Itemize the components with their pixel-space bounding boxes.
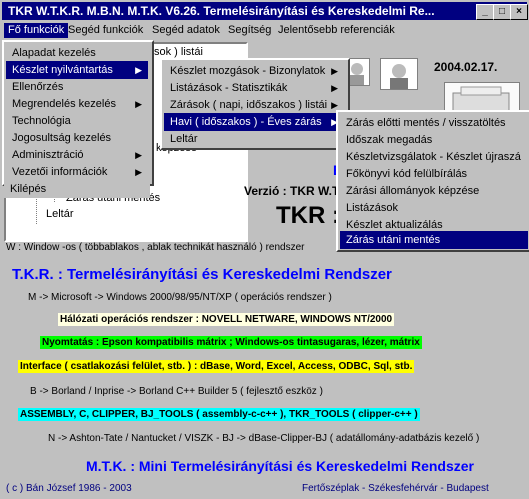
menu2-item[interactable]: Leltár xyxy=(164,130,344,148)
keszlet-submenu: Készlet mozgások - Bizonylatok ▶ Listázás… xyxy=(160,58,350,150)
menu1-item[interactable]: Ellenőrzés xyxy=(6,78,148,96)
tree-node[interactable]: sok ) listái xyxy=(154,46,203,58)
menu3-item[interactable]: Zárás előtti mentés / visszatöltés xyxy=(340,114,528,132)
menu2-item-label: Készlet mozgások - Bizonylatok xyxy=(170,65,326,77)
menu-fo-funkciok[interactable]: Fő funkciók xyxy=(4,23,69,38)
menu3-item-zaras-utani-mentes[interactable]: Zárás utáni mentés xyxy=(340,231,528,249)
menu-jelentosebb-referenciak[interactable]: Jelentősebb referenciák xyxy=(274,23,399,38)
menu-segitseg[interactable]: Segítség xyxy=(224,23,275,38)
menu2-item-label: Havi ( időszakos ) - Éves zárás xyxy=(170,116,322,128)
m-line: M -> Microsoft -> Windows 2000/98/95/NT/… xyxy=(28,292,332,303)
tree-line xyxy=(36,194,38,224)
menu1-item-keszlet[interactable]: Készlet nyilvántartás ▶ xyxy=(6,61,148,79)
minimize-button[interactable]: _ xyxy=(476,4,494,20)
menu2-item-label: Zárások ( napi, időszakos ) listái xyxy=(170,99,328,111)
tree-node[interactable]: Leltár xyxy=(46,208,74,220)
menu1-item[interactable]: Megrendelés kezelés ▶ xyxy=(6,95,148,113)
location-text: Fertőszéplak - Székesfehérvár - Budapest xyxy=(302,483,489,494)
menu1-item-kilepes[interactable]: Kilépés xyxy=(4,180,150,198)
n-line: N -> Ashton-Tate / Nantucket / VISZK - B… xyxy=(48,433,480,444)
menu-seged-adatok[interactable]: Segéd adatok xyxy=(148,23,224,38)
b-line: B -> Borland / Inprise -> Borland C++ Bu… xyxy=(30,386,323,397)
menu1-item[interactable]: Alapadat kezelés xyxy=(6,44,148,62)
nyomtatas-line: Nyomtatás : Epson kompatibilis mátrix ; … xyxy=(40,336,422,349)
menu-seged-funkciok[interactable]: Segéd funkciók xyxy=(64,23,147,38)
chevron-right-icon: ▶ xyxy=(331,83,338,93)
menu3-item[interactable]: Zárási állományok képzése xyxy=(340,182,528,200)
chevron-right-icon: ▶ xyxy=(135,150,142,160)
menu3-item[interactable]: Készletvizsgálatok - Készlet újraszá xyxy=(340,148,528,166)
menu1-item-label: Készlet nyilvántartás xyxy=(12,64,113,76)
title-bar[interactable]: TKR W.T.K.R. M.B.N. M.T.K. V6.26. Termel… xyxy=(2,2,528,20)
menu1-item-label: Adminisztráció xyxy=(12,149,84,161)
chevron-right-icon: ▶ xyxy=(331,66,338,76)
menu1-item[interactable]: Vezetői információk ▶ xyxy=(6,163,148,181)
mtk-title: M.T.K. : Mini Termelésirányítási és Kere… xyxy=(86,458,475,474)
close-button[interactable]: × xyxy=(510,4,528,20)
photo-frame xyxy=(380,58,418,90)
chevron-right-icon: ▶ xyxy=(135,65,142,75)
verzio-label: Verzió : TKR W.T xyxy=(244,184,340,198)
menu2-item-label: Listázások - Statisztikák xyxy=(170,82,288,94)
main-window: TKR W.T.K.R. M.B.N. M.T.K. V6.26. Termel… xyxy=(0,0,529,499)
menu2-item[interactable]: Készlet mozgások - Bizonylatok ▶ xyxy=(164,62,344,80)
menu1-item[interactable]: Adminisztráció ▶ xyxy=(6,146,148,164)
interface-line: Interface ( csatlakozási felület, stb. )… xyxy=(18,360,415,373)
date-label: 2004.02.17. xyxy=(434,60,498,74)
tkr-big-label: TKR : xyxy=(276,202,340,229)
chevron-right-icon: ▶ xyxy=(135,99,142,109)
havi-zaras-submenu: Zárás előtti mentés / visszatöltés Idősz… xyxy=(336,110,529,252)
menu1-item[interactable]: Technológia xyxy=(6,112,148,130)
menu1-item-label: Megrendelés kezelés xyxy=(12,98,116,110)
menu3-item[interactable]: Listázások xyxy=(340,199,528,217)
menu3-item[interactable]: Főkönyvi kód felülbírálás xyxy=(340,165,528,183)
main-function-menu: Alapadat kezelés Készlet nyilvántartás ▶ … xyxy=(2,40,154,186)
assembly-line: ASSEMBLY, C, CLIPPER, BJ_TOOLS ( assembl… xyxy=(18,408,420,421)
copyright-text: ( c ) Bán József 1986 - 2003 xyxy=(6,483,132,494)
menu2-item[interactable]: Zárások ( napi, időszakos ) listái ▶ xyxy=(164,96,344,114)
menu3-item[interactable]: Időszak megadás xyxy=(340,131,528,149)
w-line: W : Window -os ( többablakos , ablak tec… xyxy=(6,242,305,253)
menu1-item[interactable]: Jogosultság kezelés xyxy=(6,129,148,147)
maximize-button[interactable]: □ xyxy=(493,4,511,20)
halozati-line: Hálózati operációs rendszer : NOVELL NET… xyxy=(58,313,395,326)
menu2-item-havi-zaras[interactable]: Havi ( időszakos ) - Éves zárás ▶ xyxy=(164,113,344,131)
chevron-right-icon: ▶ xyxy=(135,167,142,177)
menu1-item-label: Vezetői információk xyxy=(12,166,108,178)
window-title: TKR W.T.K.R. M.B.N. M.T.K. V6.26. Termel… xyxy=(8,4,435,18)
menu2-item[interactable]: Listázások - Statisztikák ▶ xyxy=(164,79,344,97)
tkr-title: T.K.R. : Termelésirányítási és Kereskede… xyxy=(12,266,392,283)
menu-bar: Fő funkciók Segéd funkciók Segéd adatok … xyxy=(2,21,527,40)
